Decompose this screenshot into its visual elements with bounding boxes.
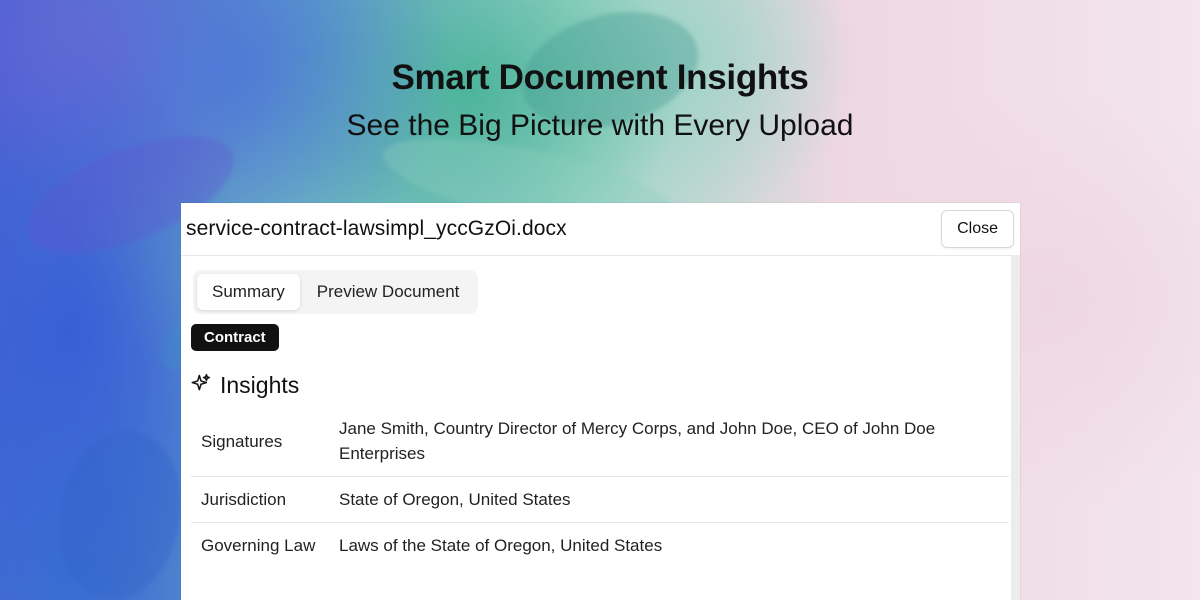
table-row: Jurisdiction State of Oregon, United Sta… [191, 476, 1009, 523]
document-type-badge: Contract [191, 324, 279, 351]
table-row: Governing Law Laws of the State of Orego… [191, 522, 1009, 568]
tab-summary[interactable]: Summary [197, 274, 300, 310]
insights-table: Signatures Jane Smith, Country Director … [191, 406, 1009, 568]
insights-header: Insights [191, 372, 1002, 399]
insight-value: Laws of the State of Oregon, United Stat… [329, 522, 1009, 568]
document-filename: service-contract-lawsimpl_yccGzOi.docx [186, 217, 567, 240]
insight-key: Signatures [201, 431, 283, 451]
hero-subtitle: See the Big Picture with Every Upload [346, 109, 854, 142]
close-button[interactable]: Close [941, 210, 1014, 248]
dialog-header: service-contract-lawsimpl_yccGzOi.docx C… [181, 203, 1020, 256]
insights-title: Insights [220, 372, 300, 398]
sparkle-icon [191, 373, 211, 398]
tab-bar: Summary Preview Document [193, 270, 479, 314]
document-dialog: service-contract-lawsimpl_yccGzOi.docx C… [181, 203, 1020, 600]
insight-key: Jurisdiction [191, 476, 329, 523]
hero-header: Smart Document Insights See the Big Pict… [0, 58, 1200, 143]
insight-value: State of Oregon, United States [329, 476, 1009, 523]
hero-title: Smart Document Insights [391, 58, 809, 97]
tab-preview-document[interactable]: Preview Document [302, 274, 475, 310]
table-row: Signatures Jane Smith, Country Director … [191, 406, 1009, 477]
dialog-content: Summary Preview Document Contract Insigh… [181, 256, 1020, 568]
insight-key: Governing Law [191, 522, 329, 568]
insight-value: Jane Smith, Country Director of Mercy Co… [339, 419, 936, 463]
scrollbar[interactable] [1011, 255, 1020, 600]
